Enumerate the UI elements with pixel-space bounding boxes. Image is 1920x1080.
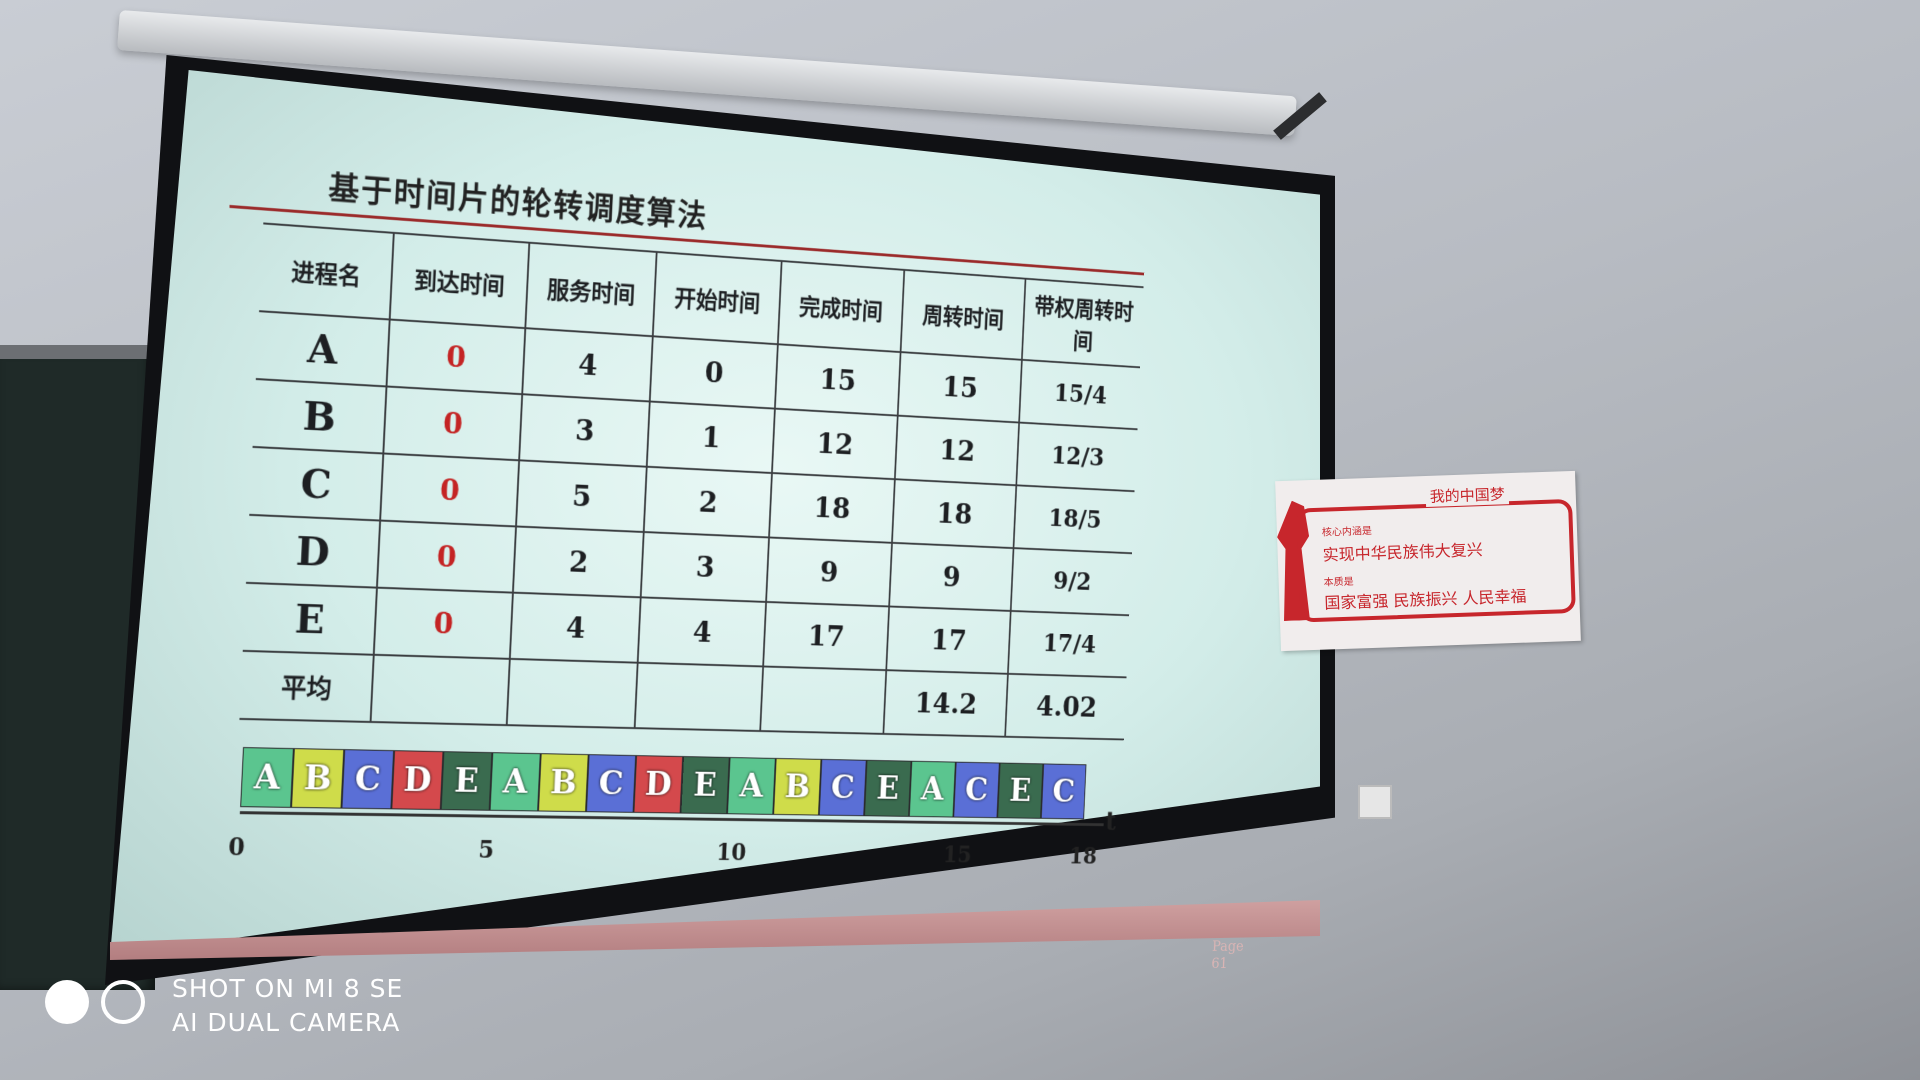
weighted-cell: 17/4 (1008, 611, 1129, 677)
header-finish: 完成时间 (778, 261, 904, 352)
process-name: A (256, 311, 390, 386)
schedule-table: 进程名 到达时间 服务时间 开始时间 完成时间 周转时间 带权周转时间 A 0 … (239, 222, 1143, 740)
finish-cell: 12 (772, 409, 898, 480)
camera-watermark: SHOT ON MI 8 SE AI DUAL CAMERA (172, 972, 403, 1040)
empty-cell (635, 663, 763, 731)
finish-cell: 9 (766, 537, 892, 606)
process-name: B (253, 379, 387, 453)
empty-cell (507, 659, 638, 728)
start-cell: 1 (647, 401, 775, 473)
header-process: 进程名 (259, 223, 394, 319)
tick-label: 10 (716, 838, 747, 866)
process-name: D (246, 515, 380, 588)
watermark-dot-icon (45, 980, 89, 1024)
service-cell: 2 (513, 526, 644, 597)
service-cell: 4 (522, 328, 653, 401)
gantt-cell: B (291, 748, 344, 809)
gantt-cell: E (680, 756, 729, 814)
header-weighted: 带权周转时间 (1022, 279, 1144, 368)
arrival-cell: 0 (374, 588, 513, 659)
camera-watermark-logo (45, 980, 145, 1024)
gantt-cell: B (538, 753, 589, 812)
gantt-cell: E (441, 751, 493, 811)
service-cell: 3 (519, 394, 650, 467)
poster-heading: 我的中国梦 (1425, 483, 1509, 507)
finish-cell: 17 (763, 602, 889, 670)
gantt-cell: A (727, 757, 776, 815)
gantt-cell: B (773, 758, 821, 816)
tick-label: 15 (943, 841, 973, 868)
average-label: 平均 (239, 651, 373, 722)
gantt-cell: D (633, 755, 683, 813)
turnaround-cell: 15 (897, 352, 1022, 422)
header-start: 开始时间 (653, 252, 781, 344)
turnaround-cell: 17 (886, 606, 1011, 673)
tick-label: 5 (478, 835, 495, 864)
gantt-cell: E (997, 763, 1043, 819)
weighted-cell: 9/2 (1011, 548, 1132, 615)
start-cell: 0 (650, 336, 778, 408)
finish-cell: 15 (775, 344, 901, 415)
header-service: 服务时间 (525, 243, 657, 337)
start-cell: 2 (644, 467, 772, 538)
arrival-cell: 0 (383, 386, 522, 460)
time-axis-label: t (1105, 806, 1117, 836)
weighted-cell: 15/4 (1019, 360, 1140, 429)
empty-cell (370, 655, 509, 725)
header-turnaround: 周转时间 (900, 270, 1025, 360)
service-cell: 5 (516, 460, 647, 532)
tick-label: 18 (1069, 842, 1098, 869)
blackboard-frame (0, 345, 160, 359)
wall-poster: 我的中国梦 核心内涵是 实现中华民族伟大复兴 本质是 国家富强 民族振兴 人民幸… (1275, 471, 1581, 651)
arrival-cell: 0 (377, 521, 516, 593)
gantt-cell: A (240, 747, 294, 808)
average-weighted: 4.02 (1005, 674, 1126, 740)
process-name: E (243, 583, 377, 655)
turnaround-cell: 9 (889, 543, 1014, 611)
weighted-cell: 18/5 (1014, 485, 1135, 553)
gantt-cell: C (586, 754, 636, 813)
finish-cell: 18 (769, 473, 895, 543)
gantt-cell: C (819, 759, 867, 816)
arrival-cell: 0 (386, 319, 525, 394)
light-switch (1358, 785, 1392, 819)
poster-line: 本质是 (1323, 573, 1354, 589)
service-cell: 4 (510, 593, 641, 663)
weighted-cell: 12/3 (1017, 423, 1138, 492)
tick-label: 0 (228, 832, 246, 861)
turnaround-cell: 18 (892, 479, 1017, 548)
gantt-cell: A (909, 761, 956, 818)
gantt-cell: C (341, 749, 394, 809)
process-name: C (249, 447, 383, 521)
start-cell: 3 (641, 532, 769, 602)
gantt-cell: C (1041, 763, 1087, 819)
slide-content: 基于时间片的轮转调度算法 进程名 到达时间 服务时间 开始时间 完成时间 周转时… (198, 95, 1148, 866)
poster-line: 核心内涵是 (1322, 522, 1372, 539)
empty-cell (760, 666, 886, 733)
watermark-line: SHOT ON MI 8 SE (172, 972, 403, 1006)
gantt-cell: D (391, 750, 443, 810)
average-turnaround: 14.2 (883, 670, 1008, 737)
watermark-ring-icon (101, 980, 145, 1024)
watermark-line: AI DUAL CAMERA (172, 1006, 403, 1040)
arrival-cell: 0 (380, 453, 519, 526)
gantt-cell: E (864, 760, 911, 817)
gantt-chart: ABCDEABCDEABCEACEC (240, 747, 1086, 819)
start-cell: 4 (638, 597, 766, 666)
header-arrival: 到达时间 (389, 233, 529, 328)
turnaround-cell: 12 (895, 416, 1020, 486)
gantt-cell: A (490, 752, 541, 811)
gantt-cell: C (953, 762, 999, 818)
page-number: Page 61 (1211, 937, 1244, 971)
